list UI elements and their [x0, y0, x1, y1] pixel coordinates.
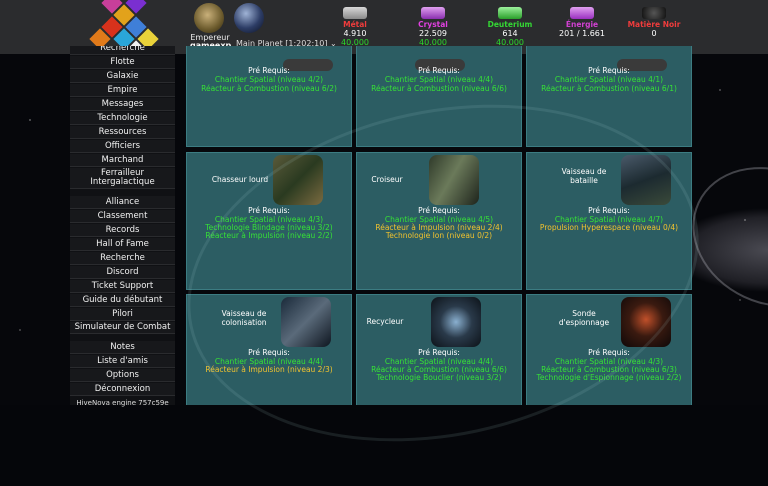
prereq-item: Propulsion Hyperespace (niveau 0/4) [539, 223, 679, 232]
prereq-item: Réacteur à Combustion (niveau 6/2) [201, 84, 337, 93]
prereq-item: Réacteur à Impulsion (niveau 2/2) [205, 231, 333, 240]
sidebar-item-technologie[interactable]: Technologie [70, 112, 175, 125]
ship-title: Recycleur [366, 317, 404, 326]
ship-card[interactable]: Pré Requis: Chantier Spatial (niveau 4/2… [186, 46, 352, 147]
prereq-heading: Pré Requis: [248, 348, 290, 357]
prereq-heading: Pré Requis: [248, 66, 290, 75]
sidebar-item-classement[interactable]: Classement [70, 210, 175, 223]
prereq-item: Technologie Bouclier (niveau 3/2) [376, 373, 502, 382]
sidebar-item-flotte[interactable]: Flotte [70, 56, 175, 69]
engine-version: HiveNova engine 757c59e [76, 399, 169, 407]
energy-icon [570, 7, 594, 19]
sidebar-item-galaxie[interactable]: Galaxie [70, 70, 175, 83]
sidebar-item-ferrailleur[interactable]: Ferrailleur Intergalactique [70, 168, 175, 189]
sidebar-item-marchand[interactable]: Marchand [70, 154, 175, 167]
prereq-item: Chantier Spatial (niveau 4/2) [214, 75, 324, 84]
prereq-heading: Pré Requis: [418, 206, 460, 215]
prereq-item: Réacteur à Combustion (niveau 6/6) [371, 84, 507, 93]
sidebar-item-records[interactable]: Records [70, 224, 175, 237]
ship-card-sonde[interactable]: Sonde d'espionnage Pré Requis: Chantier … [526, 294, 692, 405]
menu-group-main: Recherche Flotte Galaxie Empire Messages… [70, 46, 175, 189]
prereq-item: Chantier Spatial (niveau 4/1) [554, 75, 664, 84]
resource-crystal[interactable]: Crystal 22.509 40.000 [403, 7, 463, 47]
sidebar-item-ressources[interactable]: Ressources [70, 126, 175, 139]
ship-card-vaisseau-bataille[interactable]: Vaisseau de bataille Pré Requis: Chantie… [526, 152, 692, 290]
sidebar-item-options[interactable]: Options [70, 369, 175, 382]
prereq-heading: Pré Requis: [588, 66, 630, 75]
emperor-avatar[interactable] [194, 3, 224, 33]
resource-dark-matter[interactable]: Matière Noir 0 [624, 7, 684, 38]
sidebar-item-recherche-main[interactable]: Recherche [70, 46, 175, 55]
ship-image[interactable] [621, 297, 671, 347]
prereq-heading: Pré Requis: [418, 66, 460, 75]
prereq-item: Chantier Spatial (niveau 4/4) [384, 75, 494, 84]
deuterium-icon [498, 7, 522, 19]
sidebar-item-alliance[interactable]: Alliance [70, 196, 175, 209]
ship-title: Chasseur lourd [211, 175, 269, 184]
sidebar-item-officiers[interactable]: Officiers [70, 140, 175, 153]
menu-group-community: Alliance Classement Records Hall of Fame… [70, 196, 175, 334]
sidebar-item-recherche[interactable]: Recherche [70, 252, 175, 265]
prereq-item: Réacteur à Combustion (niveau 6/1) [541, 84, 677, 93]
sidebar-item-discord[interactable]: Discord [70, 266, 175, 279]
prereq-heading: Pré Requis: [248, 206, 290, 215]
resource-metal[interactable]: Métal 4.910 40.000 [325, 7, 385, 47]
ship-image[interactable] [621, 155, 671, 205]
sidebar-item-simulateur[interactable]: Simulateur de Combat [70, 322, 175, 334]
ship-title: Vaisseau de bataille [561, 167, 607, 185]
prereq-item: Réacteur à Impulsion (niveau 2/3) [205, 365, 333, 374]
menu-group-account: Notes Liste d'amis Options Déconnexion [70, 341, 175, 396]
prereq-item: Technologie Ion (niveau 0/2) [385, 231, 493, 240]
sidebar-item-pilori[interactable]: Pilori [70, 308, 175, 321]
ship-title: Vaisseau de colonisation [221, 309, 267, 327]
sidebar-item-deconnexion[interactable]: Déconnexion [70, 383, 175, 396]
ship-card-recycleur[interactable]: Recycleur Pré Requis: Chantier Spatial (… [356, 294, 522, 405]
ship-title: Sonde d'espionnage [558, 309, 610, 327]
ship-card-colonisation[interactable]: Vaisseau de colonisation Pré Requis: Cha… [186, 294, 352, 405]
metal-icon [343, 7, 367, 19]
ship-card-chasseur-lourd[interactable]: Chasseur lourd Pré Requis: Chantier Spat… [186, 152, 352, 290]
sidebar-item-ticket-support[interactable]: Ticket Support [70, 280, 175, 293]
dark-matter-icon [642, 7, 666, 19]
sidebar-item-empire[interactable]: Empire [70, 84, 175, 97]
ship-image[interactable] [273, 155, 323, 205]
prereq-heading: Pré Requis: [588, 206, 630, 215]
planet-avatar[interactable] [234, 3, 264, 33]
resource-energy[interactable]: Énergie 201 / 1.661 [552, 7, 612, 38]
ship-card[interactable]: Pré Requis: Chantier Spatial (niveau 4/4… [356, 46, 522, 147]
ship-image[interactable] [431, 297, 481, 347]
shipyard-grid: Pré Requis: Chantier Spatial (niveau 4/2… [184, 46, 696, 405]
resource-deuterium[interactable]: Deuterium 614 40.000 [480, 7, 540, 47]
sidebar-item-guide[interactable]: Guide du débutant [70, 294, 175, 307]
sidebar-item-liste-amis[interactable]: Liste d'amis [70, 355, 175, 368]
prereq-heading: Pré Requis: [418, 348, 460, 357]
sidebar-item-hall-of-fame[interactable]: Hall of Fame [70, 238, 175, 251]
ship-image[interactable] [281, 297, 331, 347]
ship-image[interactable] [429, 155, 479, 205]
prereq-item: Technologie d'Espionnage (niveau 2/2) [536, 373, 682, 382]
sidebar-item-messages[interactable]: Messages [70, 98, 175, 111]
sidebar-item-notes[interactable]: Notes [70, 341, 175, 354]
ship-card-croiseur[interactable]: Croiseur Pré Requis: Chantier Spatial (n… [356, 152, 522, 290]
crystal-icon [421, 7, 445, 19]
ship-card[interactable]: Pré Requis: Chantier Spatial (niveau 4/1… [526, 46, 692, 147]
ship-title: Croiseur [371, 175, 403, 184]
sidebar-menu: Recherche Flotte Galaxie Empire Messages… [70, 46, 175, 407]
prereq-heading: Pré Requis: [588, 348, 630, 357]
